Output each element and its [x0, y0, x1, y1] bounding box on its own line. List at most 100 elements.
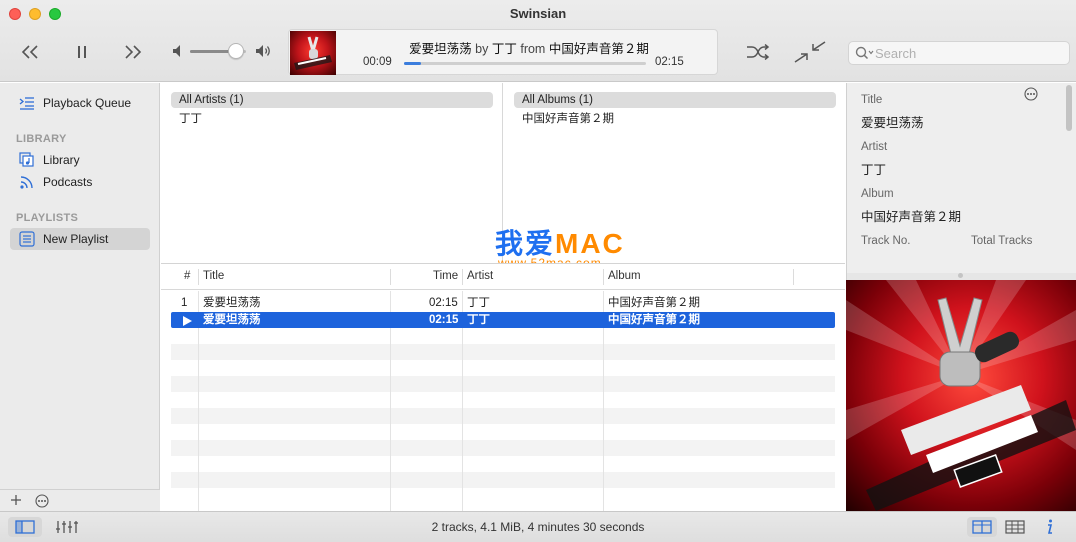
table-row-selected[interactable]: 爱要坦荡荡 02:15 丁丁 中国好声音第２期: [171, 312, 835, 328]
next-track-button[interactable]: [121, 42, 145, 62]
now-playing-album: 中国好声音第２期: [548, 42, 649, 56]
search-input[interactable]: [875, 44, 1065, 62]
column-header-time[interactable]: Time: [433, 270, 458, 282]
volume-slider-knob[interactable]: [227, 43, 244, 59]
sidebar-item-label: New Playlist: [43, 232, 109, 246]
toolbar: Swinsian 爱要坦荡荡 by 丁丁 from 中国好声音第２期 00:09…: [0, 0, 1076, 82]
elapsed-time: 00:09: [363, 56, 392, 68]
column-separator: [198, 269, 199, 285]
previous-track-button[interactable]: [18, 42, 42, 62]
sidebar: Playback Queue LIBRARY Library Podcasts …: [0, 83, 160, 511]
grid-view-button[interactable]: [1001, 517, 1029, 537]
column-header-artist[interactable]: Artist: [467, 270, 493, 282]
info-title-label: Title: [861, 94, 883, 106]
track-album: 中国好声音第２期: [608, 314, 700, 326]
search-icon: [855, 46, 874, 60]
info-panel-button[interactable]: [1038, 517, 1060, 537]
empty-table-row: [171, 424, 835, 440]
grid-icon: [1005, 520, 1025, 534]
browser-view-button[interactable]: [967, 517, 997, 537]
plus-icon: [11, 495, 21, 505]
remaining-time: 02:15: [655, 56, 684, 68]
all-albums-item[interactable]: All Albums (1): [514, 92, 836, 108]
column-header-number[interactable]: #: [184, 270, 190, 282]
empty-table-row: [171, 344, 835, 360]
add-playlist-button[interactable]: [9, 493, 23, 507]
info-icon: [1047, 519, 1053, 534]
pause-button[interactable]: [72, 42, 92, 62]
track-artist: 丁丁: [467, 314, 490, 326]
table-row[interactable]: 1 爱要坦荡荡 02:15 丁丁 中国好声音第２期: [171, 295, 835, 311]
fast-forward-icon: [125, 45, 142, 59]
column-separator: [793, 269, 794, 285]
info-artist-value[interactable]: 丁丁: [861, 159, 886, 178]
track-title: 爱要坦荡荡: [203, 314, 261, 326]
info-scrollbar[interactable]: [1066, 85, 1072, 131]
rewind-icon: [21, 45, 38, 59]
now-playing-panel: 爱要坦荡荡 by 丁丁 from 中国好声音第２期 00:09 02:15: [288, 29, 718, 75]
pause-icon: [78, 46, 86, 58]
mini-player-button[interactable]: [792, 39, 828, 65]
now-playing-from: from: [520, 42, 546, 56]
sidebar-footer: [0, 489, 160, 511]
info-album-label: Album: [861, 188, 894, 200]
collapse-arrows-icon: [794, 41, 826, 63]
column-header-album[interactable]: Album: [608, 270, 641, 282]
info-title-value[interactable]: 爱要坦荡荡: [861, 112, 924, 131]
playback-progress-bar[interactable]: [404, 62, 646, 65]
empty-table-row: [171, 472, 835, 488]
album-artwork[interactable]: [846, 280, 1076, 511]
info-splitter[interactable]: [846, 273, 1076, 280]
playback-progress-fill: [404, 62, 421, 65]
album-list-item[interactable]: 中国好声音第２期: [522, 110, 614, 126]
column-header-title[interactable]: Title: [203, 270, 224, 282]
sidebar-item-label: Podcasts: [43, 175, 93, 189]
track-title: 爱要坦荡荡: [203, 297, 261, 309]
column-separator: [390, 269, 391, 285]
all-artists-item[interactable]: All Artists (1): [171, 92, 493, 108]
playlist-icon: [18, 230, 36, 248]
info-total-tracks-label: Total Tracks: [971, 235, 1033, 247]
library-section-header: LIBRARY: [16, 133, 67, 145]
search-field[interactable]: [848, 41, 1070, 65]
sidebar-item-library[interactable]: Library: [10, 149, 150, 171]
ellipsis-circle-icon: [1024, 87, 1038, 101]
sidebar-item-label: Playback Queue: [43, 96, 132, 110]
shuffle-button[interactable]: [744, 42, 772, 62]
track-info-panel: Title 爱要坦荡荡 Artist 丁丁 Album 中国好声音第２期 Tra…: [846, 83, 1076, 273]
empty-table-row: [171, 408, 835, 424]
empty-table-row: [171, 392, 835, 408]
track-table: # Title Time Artist Album 1 爱要坦荡荡 02:15 …: [161, 263, 845, 511]
status-bar: 2 tracks, 4.1 MiB, 4 minutes 30 seconds: [0, 511, 1076, 542]
info-album-value[interactable]: 中国好声音第２期: [861, 206, 961, 225]
sidebar-item-podcasts[interactable]: Podcasts: [10, 171, 150, 193]
ellipsis-circle-icon: [35, 494, 49, 508]
sidebar-item-new-playlist[interactable]: New Playlist: [10, 228, 150, 250]
album-artwork-graphic: [846, 280, 1076, 511]
window-title: Swinsian: [509, 6, 567, 21]
shuffle-icon: [747, 44, 770, 60]
now-playing-title: 爱要坦荡荡 by 丁丁 from 中国好声音第２期: [349, 38, 709, 57]
track-time: 02:15: [429, 314, 459, 326]
sidebar-item-playback-queue[interactable]: Playback Queue: [10, 92, 150, 114]
watermark-blue-text: 我爱: [495, 228, 556, 259]
now-playing-artwork[interactable]: [290, 31, 336, 75]
track-number: 1: [181, 297, 188, 309]
splitter-handle: [958, 273, 963, 278]
track-artist: 丁丁: [467, 297, 490, 309]
columns-icon: [972, 520, 992, 534]
info-artist-label: Artist: [861, 141, 888, 153]
track-album: 中国好声音第２期: [608, 297, 700, 309]
sidebar-options-button[interactable]: [34, 493, 50, 509]
column-separator: [462, 269, 463, 285]
playlists-section-header: PLAYLISTS: [16, 212, 79, 224]
empty-table-row: [171, 488, 835, 504]
sidebar-item-label: Library: [43, 153, 80, 167]
column-separator: [603, 269, 604, 285]
now-playing-by: by: [475, 42, 489, 56]
track-time: 02:15: [429, 297, 458, 309]
artist-list-item[interactable]: 丁丁: [179, 110, 202, 126]
volume-low-icon: [171, 44, 185, 58]
info-options-button[interactable]: [1024, 87, 1038, 104]
now-playing-track: 爱要坦荡荡: [409, 42, 472, 56]
